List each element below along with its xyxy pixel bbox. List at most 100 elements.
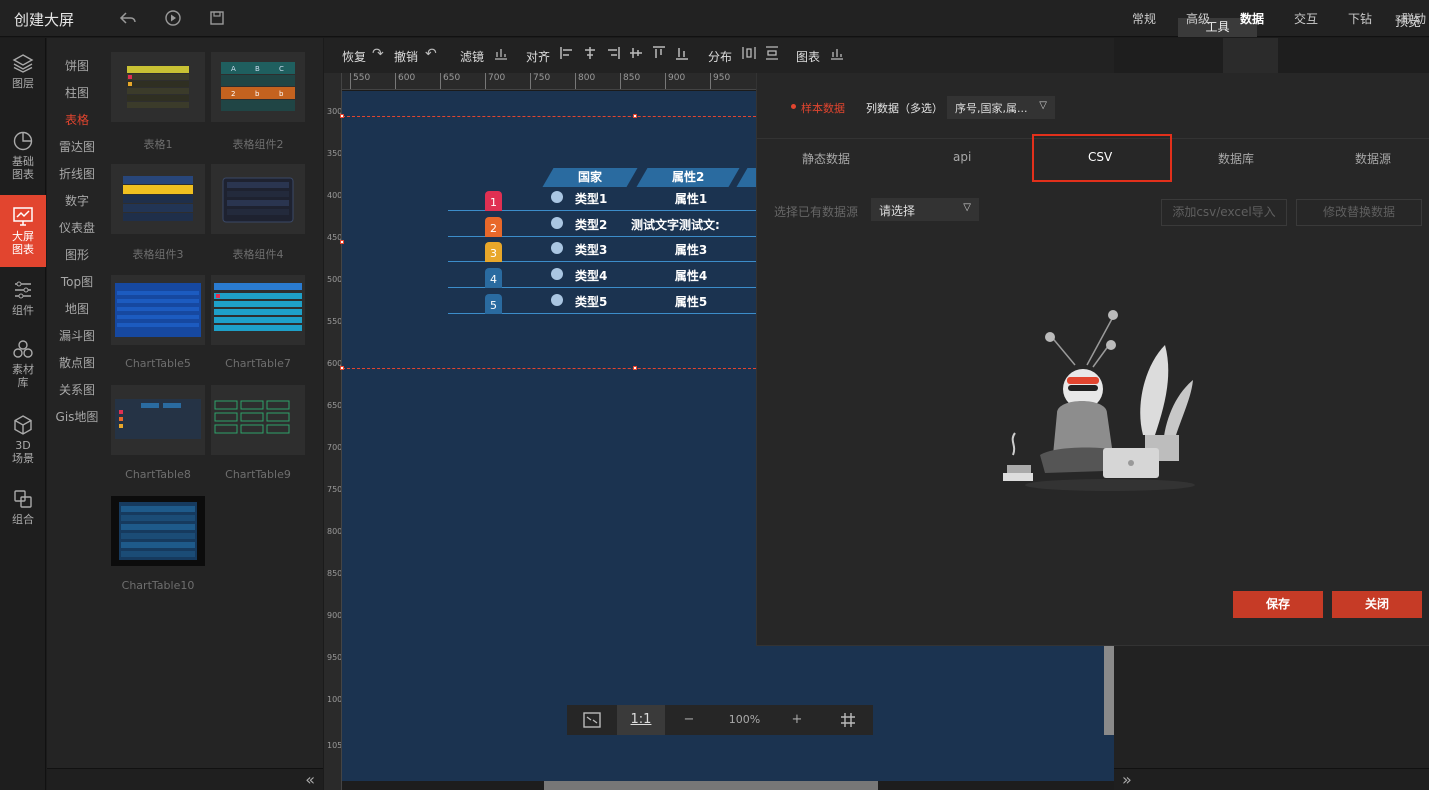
category-radar[interactable]: 雷达图 <box>47 138 107 155</box>
rail-item-materials[interactable]: 素材 库 <box>0 338 46 389</box>
source-tab-database[interactable]: 数据库 <box>1218 150 1254 167</box>
category-gis-map[interactable]: Gis地图 <box>47 408 107 425</box>
sample-data-label[interactable]: 样本数据 <box>801 100 845 116</box>
rail-item-3d-scene[interactable]: 3D 场景 <box>0 414 46 465</box>
rail-item-layers[interactable]: 图层 <box>0 52 46 90</box>
chart-icon[interactable] <box>830 46 844 64</box>
thumbnail-label: 表格组件3 <box>132 248 184 261</box>
rail-label: 组件 <box>12 304 34 317</box>
replace-data-button[interactable]: 修改替换数据 <box>1296 199 1422 226</box>
distribute-v-icon[interactable] <box>765 46 779 64</box>
zoom-1to1-button[interactable]: 1:1 <box>617 705 665 735</box>
thumbnail-charttable-7[interactable] <box>211 275 305 345</box>
save-icon[interactable] <box>207 9 227 29</box>
tab-general[interactable]: 常规 <box>1132 10 1156 27</box>
category-map[interactable]: 地图 <box>47 300 107 317</box>
zoom-in-button[interactable]: + <box>783 705 811 735</box>
svg-text:b: b <box>255 90 260 98</box>
source-tab-datasource[interactable]: 数据源 <box>1355 150 1391 167</box>
fit-screen-icon[interactable] <box>567 705 617 735</box>
ruler-tick: 350 <box>327 149 342 158</box>
grid-icon[interactable] <box>823 705 873 735</box>
existing-source-select[interactable]: 请选择 ▽ <box>871 198 979 221</box>
column-data-select[interactable]: 序号,国家,属... ▽ <box>947 96 1055 119</box>
thumbnail-label: ChartTable7 <box>225 357 291 370</box>
redo-button[interactable]: 恢复 <box>342 48 366 65</box>
tab-linkage[interactable]: 联动 <box>1402 10 1426 27</box>
thumbnail-label: ChartTable5 <box>125 357 191 370</box>
right-panel-collapse[interactable]: » <box>1114 768 1429 790</box>
resize-handle[interactable] <box>340 240 344 244</box>
category-number[interactable]: 数字 <box>47 192 107 209</box>
table-cell-type: 类型5 <box>575 295 608 309</box>
category-pie[interactable]: 饼图 <box>47 57 107 74</box>
thumbnail-table-1[interactable] <box>111 52 205 122</box>
category-line[interactable]: 折线图 <box>47 165 107 182</box>
existing-source-value: 请选择 <box>879 204 916 218</box>
resize-handle[interactable] <box>633 366 637 370</box>
close-button[interactable]: 关闭 <box>1332 591 1422 618</box>
collapse-left-icon[interactable]: « <box>305 770 315 789</box>
thumbnail-table-3[interactable] <box>111 164 205 234</box>
vertical-scrollbar[interactable] <box>1104 645 1114 735</box>
undo-button[interactable]: 撤销 <box>394 48 418 65</box>
category-funnel[interactable]: 漏斗图 <box>47 327 107 344</box>
category-relation[interactable]: 关系图 <box>47 381 107 398</box>
thumbnail-charttable-8[interactable] <box>111 385 205 455</box>
align-right-icon[interactable] <box>606 46 620 64</box>
rail-item-components[interactable]: 组件 <box>0 279 46 317</box>
ruler-tick: 800 <box>327 527 342 536</box>
category-scatter[interactable]: 散点图 <box>47 354 107 371</box>
redo-icon[interactable]: ↷ <box>372 46 384 62</box>
chart-label: 图表 <box>796 50 821 64</box>
category-top[interactable]: Top图 <box>47 273 107 290</box>
resize-handle[interactable] <box>633 114 637 118</box>
filter-chart-icon[interactable] <box>494 46 508 64</box>
thumbnail-table-4[interactable] <box>211 164 305 234</box>
expand-right-icon[interactable]: » <box>1122 770 1132 789</box>
add-csv-import-button[interactable]: 添加csv/excel导入 <box>1161 199 1287 226</box>
resize-handle[interactable] <box>340 366 344 370</box>
table-cell-type: 类型2 <box>575 218 608 232</box>
align-middle-icon[interactable] <box>629 46 643 64</box>
ruler-tick: 600 <box>327 359 342 368</box>
thumbnail-table-2[interactable]: A B C 2 b b <box>211 52 305 122</box>
svg-text:2: 2 <box>231 90 235 98</box>
back-icon[interactable] <box>118 9 138 29</box>
rail-item-basic-charts[interactable]: 基础 图表 <box>0 130 46 181</box>
horizontal-scrollbar[interactable] <box>544 781 878 790</box>
align-bottom-icon[interactable] <box>675 46 689 64</box>
tab-advanced[interactable]: 高级 <box>1186 10 1210 27</box>
play-icon[interactable] <box>163 9 183 29</box>
left-panel-collapse[interactable]: « <box>47 768 323 790</box>
group-icon <box>14 490 32 508</box>
category-shape[interactable]: 图形 <box>47 246 107 263</box>
source-tab-static[interactable]: 静态数据 <box>802 150 850 167</box>
ruler-tick: 650 <box>327 401 342 410</box>
align-center-h-icon[interactable] <box>583 46 597 64</box>
category-gauge[interactable]: 仪表盘 <box>47 219 107 236</box>
undo-icon[interactable]: ↶ <box>425 46 437 62</box>
zoom-out-button[interactable]: − <box>675 705 703 735</box>
tab-interaction[interactable]: 交互 <box>1294 10 1318 27</box>
align-top-icon[interactable] <box>652 46 666 64</box>
tab-drilldown[interactable]: 下钻 <box>1348 10 1372 27</box>
thumbnail-charttable-5[interactable] <box>111 275 205 345</box>
align-left-icon[interactable] <box>560 46 574 64</box>
rank-badge: 4 <box>485 268 502 288</box>
resize-handle[interactable] <box>340 114 344 118</box>
rail-item-screen-charts[interactable]: 大屏 图表 <box>0 195 46 267</box>
filter-button[interactable]: 滤镜 <box>460 48 484 65</box>
chevron-down-icon: ▽ <box>963 202 971 213</box>
thumbnail-charttable-10[interactable] <box>111 496 205 566</box>
tab-data[interactable]: 数据 <box>1240 10 1264 27</box>
source-tab-api[interactable]: api <box>953 150 971 164</box>
table-header-label: 属性2 <box>671 170 705 184</box>
rail-item-group[interactable]: 组合 <box>0 488 46 526</box>
category-bar[interactable]: 柱图 <box>47 84 107 101</box>
save-button[interactable]: 保存 <box>1233 591 1323 618</box>
thumbnail-charttable-9[interactable] <box>211 385 305 455</box>
category-table[interactable]: 表格 <box>47 111 107 128</box>
rank-badge: 5 <box>485 294 502 314</box>
distribute-h-icon[interactable] <box>742 46 756 64</box>
